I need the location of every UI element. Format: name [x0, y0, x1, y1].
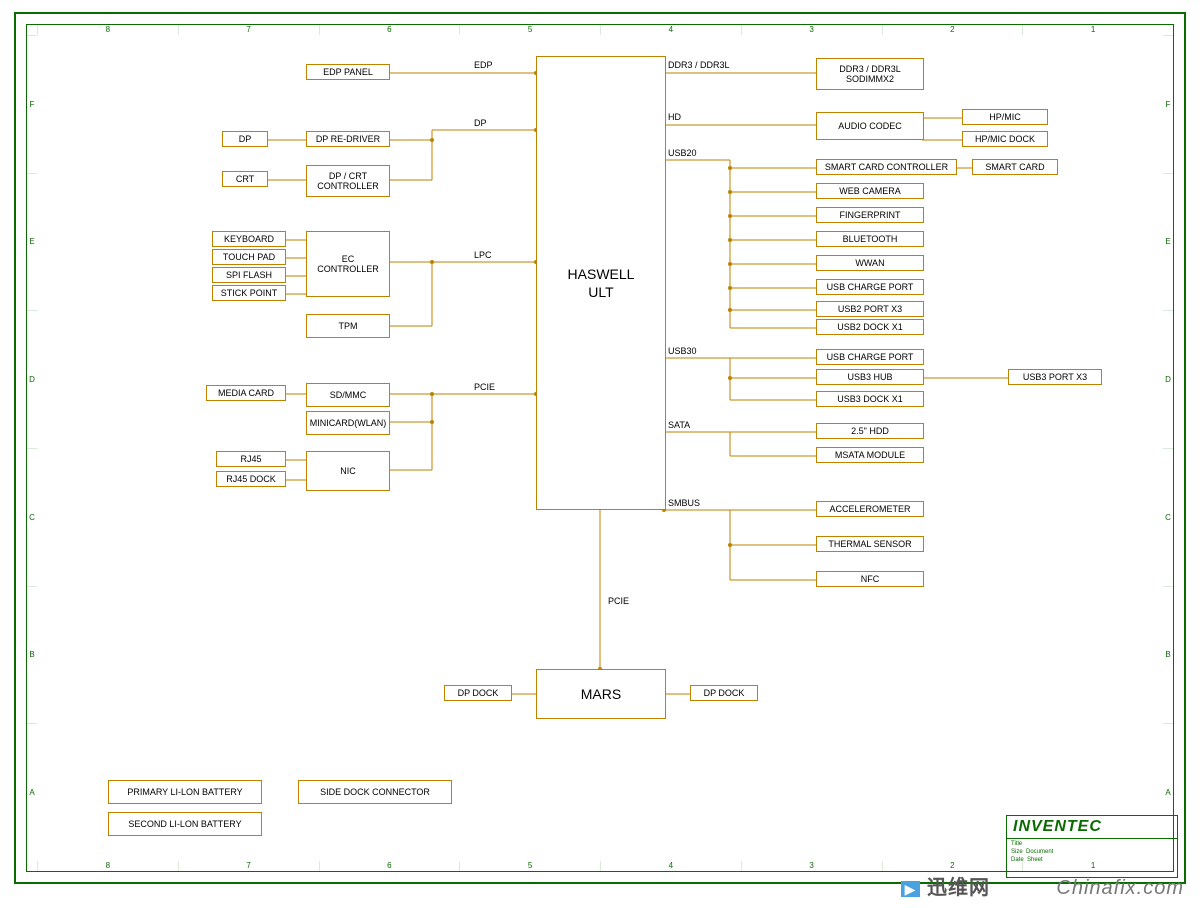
- blk-smartcard: SMART CARD: [972, 159, 1058, 175]
- blk-secbatt: SECOND LI-LON BATTERY: [108, 812, 262, 836]
- label-lpc: LPC: [474, 250, 492, 260]
- schematic-page: 12345678 12345678 ABCDEF ABCDEF: [0, 0, 1200, 908]
- blk-webcam: WEB CAMERA: [816, 183, 924, 199]
- blk-edp-panel: EDP PANEL: [306, 64, 390, 80]
- blk-usbcharge30: USB CHARGE PORT: [816, 349, 924, 365]
- blk-usb3hub: USB3 HUB: [816, 369, 924, 385]
- blk-spiflash: SPI FLASH: [212, 267, 286, 283]
- label-edp: EDP: [474, 60, 493, 70]
- blk-hdd: 2.5" HDD: [816, 423, 924, 439]
- txt-dp-crt: DP / CRT CONTROLLER: [317, 171, 379, 191]
- blk-hpmic: HP/MIC: [962, 109, 1048, 125]
- blk-nic: NIC: [306, 451, 390, 491]
- blk-usb3port: USB3 PORT X3: [1008, 369, 1102, 385]
- blk-stickpoint: STICK POINT: [212, 285, 286, 301]
- blk-usb2dock: USB2 DOCK X1: [816, 319, 924, 335]
- label-smbus: SMBUS: [668, 498, 700, 508]
- blk-dp-redriver: DP RE-DRIVER: [306, 131, 390, 147]
- label-usb30: USB30: [668, 346, 697, 356]
- label-pcie: PCIE: [474, 382, 495, 392]
- blk-ec: EC CONTROLLER: [306, 231, 390, 297]
- cpu-haswell: HASWELL ULT: [536, 56, 666, 510]
- blk-rj45: RJ45: [216, 451, 286, 467]
- blk-smartctrl: SMART CARD CONTROLLER: [816, 159, 957, 175]
- blk-tpm: TPM: [306, 314, 390, 338]
- label-usb20: USB20: [668, 148, 697, 158]
- label-hd: HD: [668, 112, 681, 122]
- blk-keyboard: KEYBOARD: [212, 231, 286, 247]
- cpu-name: HASWELL: [568, 266, 635, 282]
- blk-accel: ACCELEROMETER: [816, 501, 924, 517]
- blk-dp-crt-ctrl: DP / CRT CONTROLLER: [306, 165, 390, 197]
- blk-bt: BLUETOOTH: [816, 231, 924, 247]
- blk-thermal: THERMAL SENSOR: [816, 536, 924, 552]
- blk-dpdock-left: DP DOCK: [444, 685, 512, 701]
- blk-rj45dock: RJ45 DOCK: [216, 471, 286, 487]
- label-pcie-south: PCIE: [608, 596, 629, 606]
- blk-audio: AUDIO CODEC: [816, 112, 924, 140]
- txt-ddr: DDR3 / DDR3L SODIMMX2: [839, 64, 901, 84]
- blk-hpmicdock: HP/MIC DOCK: [962, 131, 1048, 147]
- blk-wwan: WWAN: [816, 255, 924, 271]
- blk-sdmmc: SD/MMC: [306, 383, 390, 407]
- blk-minicard: MINICARD(WLAN): [306, 411, 390, 435]
- label-dp-bus: DP: [474, 118, 487, 128]
- blk-msata: MSATA MODULE: [816, 447, 924, 463]
- label-sata: SATA: [668, 420, 690, 430]
- blk-nfc: NFC: [816, 571, 924, 587]
- blk-usb2x3: USB2 PORT X3: [816, 301, 924, 317]
- cpu-sub: ULT: [588, 284, 613, 300]
- blk-mediacard: MEDIA CARD: [206, 385, 286, 401]
- blk-primbatt: PRIMARY LI-LON BATTERY: [108, 780, 262, 804]
- blk-finger: FINGERPRINT: [816, 207, 924, 223]
- blk-dpdock-right: DP DOCK: [690, 685, 758, 701]
- blk-dp: DP: [222, 131, 268, 147]
- blk-sidedock: SIDE DOCK CONNECTOR: [298, 780, 452, 804]
- blk-touchpad: TOUCH PAD: [212, 249, 286, 265]
- blk-ddr: DDR3 / DDR3L SODIMMX2: [816, 58, 924, 90]
- label-ddr: DDR3 / DDR3L: [668, 60, 730, 70]
- south-mars: MARS: [536, 669, 666, 719]
- blk-usbcharge20: USB CHARGE PORT: [816, 279, 924, 295]
- blk-usb3dock: USB3 DOCK X1: [816, 391, 924, 407]
- txt-ec: EC CONTROLLER: [317, 254, 379, 274]
- blk-crt: CRT: [222, 171, 268, 187]
